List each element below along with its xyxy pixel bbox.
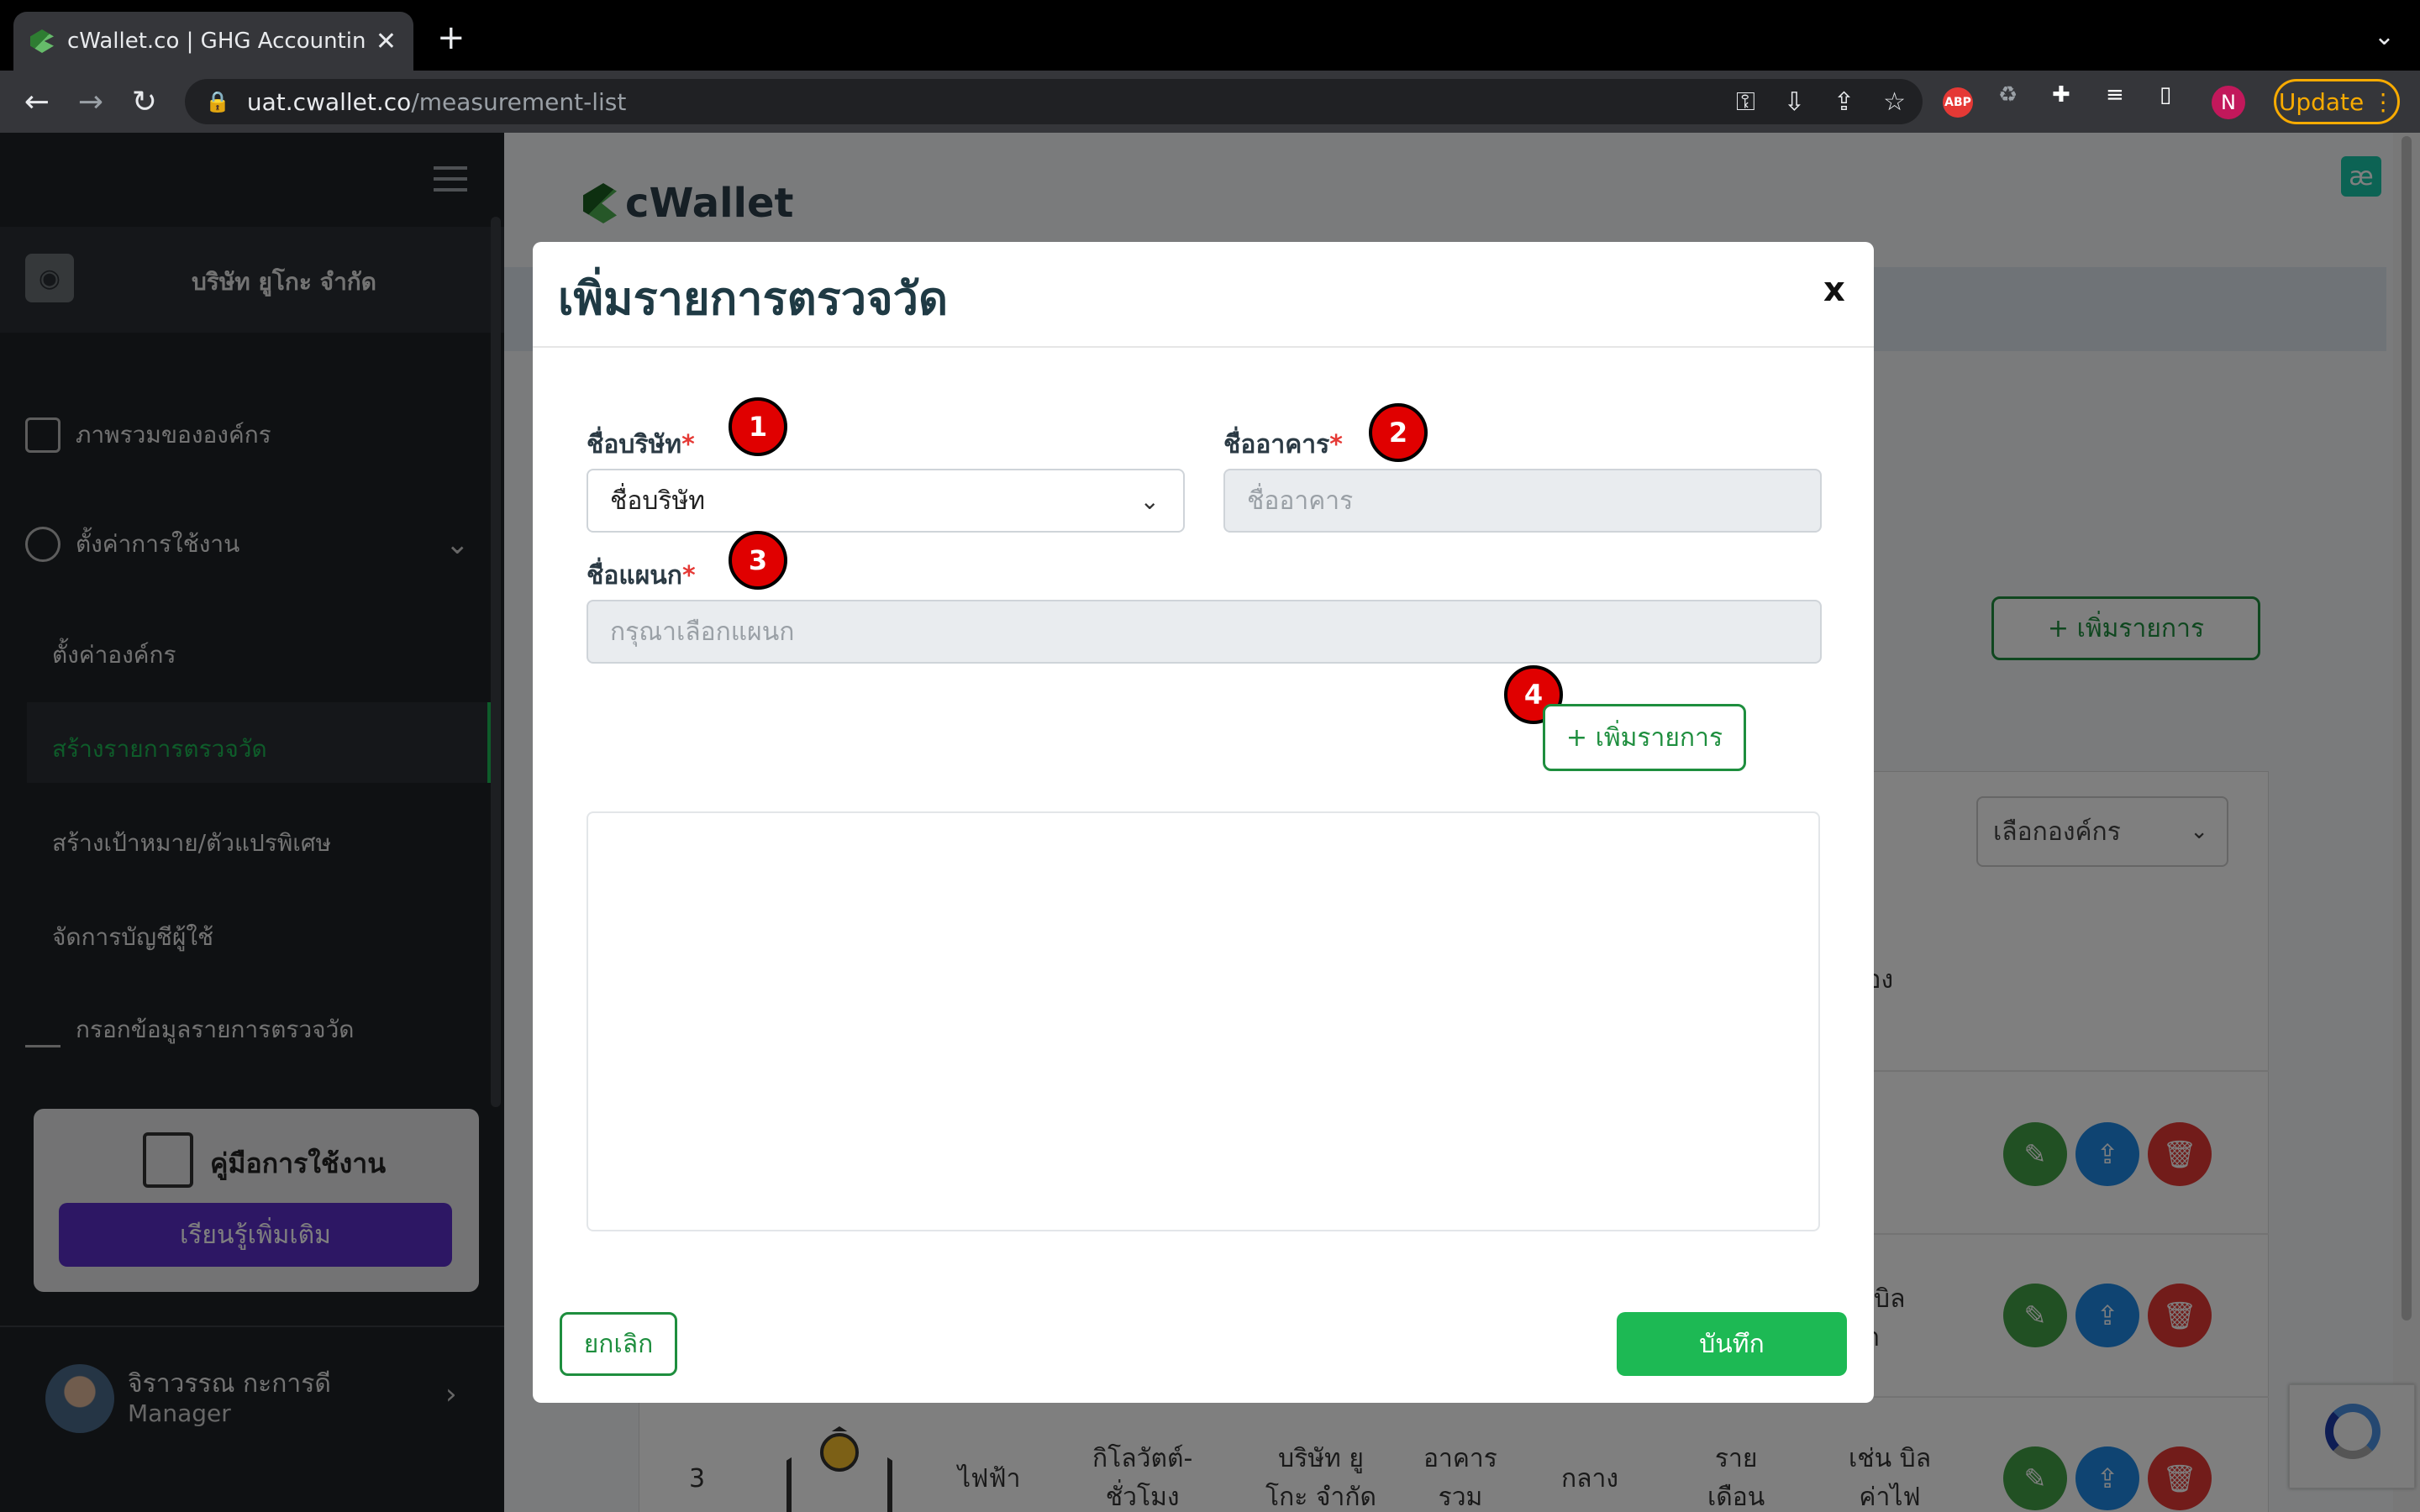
- bookmark-star-icon[interactable]: ☆: [1883, 87, 1906, 117]
- url-path: /measurement-list: [411, 87, 627, 116]
- department-placeholder: กรุณาเลือกแผนก: [610, 617, 795, 647]
- install-icon[interactable]: ⇩: [1784, 87, 1805, 117]
- chevron-down-icon: ⌄: [1139, 486, 1160, 515]
- measurement-items-list: [587, 811, 1820, 1231]
- lock-icon: 🔒: [205, 90, 230, 113]
- address-bar[interactable]: 🔒 uat.cwallet.co/measurement-list ⚿ ⇩ ⇪ …: [185, 79, 1923, 124]
- reload-icon[interactable]: ↻: [118, 85, 171, 119]
- step-badge-3: 3: [729, 531, 787, 590]
- extensions-icon[interactable]: ✚: [2052, 82, 2070, 108]
- save-button[interactable]: บันทึก: [1617, 1312, 1847, 1376]
- url-host: uat.cwallet.co: [246, 87, 412, 116]
- building-placeholder: ชื่ออาคาร: [1247, 486, 1354, 516]
- building-label: ชื่ออาคาร*: [1223, 430, 1343, 459]
- close-tab-icon[interactable]: ✕: [376, 27, 397, 56]
- modal-title: เพิ่มรายการตรวจวัด: [558, 272, 949, 325]
- update-label: Update: [2278, 87, 2365, 116]
- company-select-value: ชื่อบริษัท: [610, 486, 706, 516]
- department-label: ชื่อแผนก*: [587, 561, 696, 591]
- close-button[interactable]: x: [1823, 270, 1845, 309]
- update-button[interactable]: Update ⋮: [2274, 79, 2400, 124]
- profile-avatar[interactable]: N: [2212, 86, 2245, 119]
- adblock-icon[interactable]: ABP: [1943, 87, 1973, 118]
- media-icon[interactable]: ≡: [2106, 82, 2124, 108]
- key-icon[interactable]: ⚿: [1736, 87, 1755, 117]
- step-badge-1: 1: [729, 397, 787, 456]
- step-badge-2: 2: [1369, 403, 1428, 462]
- favicon-icon: [30, 29, 54, 53]
- sidepanel-icon[interactable]: ▯: [2160, 82, 2171, 108]
- department-field[interactable]: กรุณาเลือกแผนก: [587, 600, 1822, 664]
- company-label: ชื่อบริษัท*: [587, 430, 695, 459]
- forward-icon[interactable]: →: [64, 85, 118, 119]
- building-field[interactable]: ชื่ออาคาร: [1223, 469, 1822, 533]
- add-measurement-modal: เพิ่มรายการตรวจวัด x ชื่อบริษัท* 1 ชื่อบ…: [533, 242, 1874, 1403]
- add-item-button[interactable]: + เพิ่มรายการ: [1543, 704, 1746, 771]
- tab-bar: cWallet.co | GHG Accounting S ✕ + ⌄: [0, 0, 2420, 71]
- tab-search-icon[interactable]: ⌄: [2374, 22, 2395, 51]
- cancel-button[interactable]: ยกเลิก: [560, 1312, 677, 1376]
- share-icon[interactable]: ⇪: [1833, 87, 1854, 117]
- modal-header: เพิ่มรายการตรวจวัด x: [533, 242, 1874, 348]
- tab-title: cWallet.co | GHG Accounting S: [67, 29, 367, 54]
- browser-toolbar: ← → ↻ 🔒 uat.cwallet.co/measurement-list …: [0, 71, 2420, 133]
- browser-chrome: cWallet.co | GHG Accounting S ✕ + ⌄ ← → …: [0, 0, 2420, 133]
- browser-tab[interactable]: cWallet.co | GHG Accounting S ✕: [13, 12, 413, 71]
- back-icon[interactable]: ←: [10, 85, 64, 119]
- company-select[interactable]: ชื่อบริษัท ⌄: [587, 469, 1185, 533]
- new-tab-icon[interactable]: +: [437, 18, 466, 57]
- recycle-icon[interactable]: ♻: [1998, 82, 2018, 108]
